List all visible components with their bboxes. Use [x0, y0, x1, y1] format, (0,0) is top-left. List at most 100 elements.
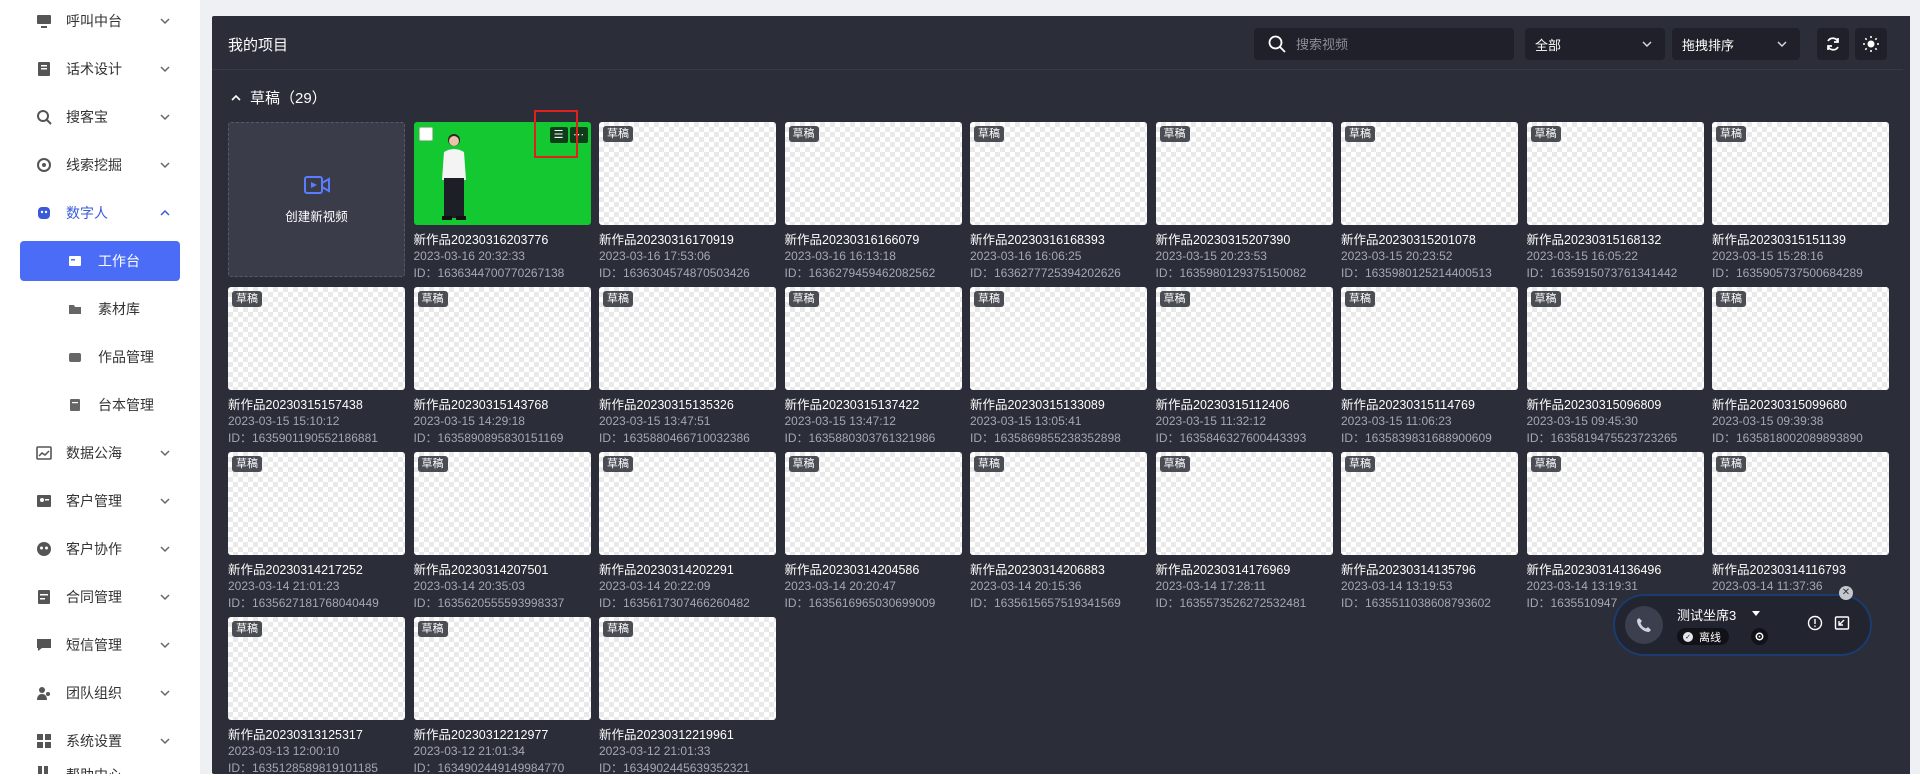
video-thumbnail[interactable]: 草稿	[599, 452, 776, 555]
video-card[interactable]: 草稿 新作品20230314207501 2023-03-14 20:35:03 ID…	[413, 452, 591, 612]
video-thumbnail[interactable]: 草稿	[1341, 452, 1518, 555]
video-card[interactable]: 草稿 新作品20230315137422 2023-03-15 13:47:12 ID…	[784, 287, 962, 447]
video-thumbnail[interactable]: 草稿	[784, 122, 962, 225]
video-card[interactable]: 草稿 新作品20230316170919 2023-03-16 17:53:06 ID…	[599, 122, 776, 282]
video-card[interactable]: 草稿 新作品20230313125317 2023-03-13 12:00:10 ID…	[228, 617, 405, 774]
scrollbar[interactable]	[1903, 16, 1910, 774]
video-thumbnail[interactable]: 草稿	[599, 287, 776, 390]
video-thumbnail[interactable]: 草稿	[1526, 287, 1704, 390]
video-thumbnail[interactable]: 草稿	[1712, 452, 1889, 555]
sidebar-subitem-scripts[interactable]: 台本管理	[0, 381, 200, 429]
video-card[interactable]: 草稿 新作品20230314204586 2023-03-14 20:20:47 ID…	[784, 452, 962, 612]
video-card[interactable]: 草稿 新作品20230315168132 2023-03-15 16:05:22 ID…	[1526, 122, 1704, 282]
select-checkbox[interactable]	[418, 127, 433, 141]
card-title: 新作品20230315114769	[1341, 398, 1475, 412]
sidebar-item-digital-human[interactable]: 数字人	[0, 189, 200, 237]
video-card[interactable]: 草稿 新作品20230315143768 2023-03-15 14:29:18 ID…	[413, 287, 591, 447]
sidebar-subitem-works[interactable]: 作品管理	[0, 333, 200, 381]
video-thumbnail[interactable]: 草稿	[1341, 287, 1518, 390]
sidebar-item-customer-mgmt[interactable]: 客户管理	[0, 477, 200, 525]
search-input[interactable]	[1296, 36, 1496, 52]
video-thumbnail[interactable]: 草稿	[1155, 287, 1333, 390]
video-thumbnail[interactable]: 草稿	[1712, 122, 1889, 225]
video-card[interactable]: 草稿 新作品20230312219961 2023-03-12 21:01:33 ID…	[599, 617, 776, 774]
video-thumbnail[interactable]: 草稿	[599, 617, 776, 720]
video-thumbnail[interactable]: 草稿	[413, 287, 591, 390]
sidebar-item-system-settings[interactable]: 系统设置	[0, 717, 200, 765]
video-thumbnail[interactable]: ☰ ⋯	[413, 110, 591, 225]
video-card[interactable]: 草稿 新作品20230315135326 2023-03-15 13:47:51 ID…	[599, 287, 776, 447]
video-card[interactable]: 草稿 新作品20230314135796 2023-03-14 13:19:53 ID…	[1341, 452, 1518, 612]
theme-toggle-button[interactable]	[1855, 28, 1887, 60]
video-card[interactable]: 草稿 新作品20230312212977 2023-03-12 21:01:34 ID…	[413, 617, 591, 774]
video-card[interactable]: 草稿 新作品20230315112406 2023-03-15 11:32:12 ID…	[1155, 287, 1333, 447]
sidebar-item-help-center[interactable]: 帮助中心	[0, 765, 200, 774]
video-thumbnail[interactable]: 草稿	[970, 122, 1147, 225]
video-thumbnail[interactable]: 草稿	[413, 452, 591, 555]
video-card[interactable]: 草稿 新作品20230315096809 2023-03-15 09:45:30 ID…	[1526, 287, 1704, 447]
call-widget-close-button[interactable]: ✕	[1839, 586, 1853, 600]
sidebar-item-contract-mgmt[interactable]: 合同管理	[0, 573, 200, 621]
video-thumbnail[interactable]: 草稿	[413, 617, 591, 720]
video-thumbnail[interactable]: 草稿	[1155, 122, 1333, 225]
call-widget[interactable]: 测试坐席3 ✓ 离线	[1615, 596, 1870, 654]
sidebar-item-customer-search[interactable]: 搜客宝	[0, 93, 200, 141]
sidebar-item-lead-mining[interactable]: 线索挖掘	[0, 141, 200, 189]
sidebar-subitem-workbench[interactable]: 工作台	[20, 241, 180, 281]
sidebar-item-data-sea[interactable]: 数据公海	[0, 429, 200, 477]
card-title: 新作品20230314217252	[228, 563, 363, 577]
video-thumbnail[interactable]: 草稿	[1155, 452, 1333, 555]
video-thumbnail[interactable]: 草稿	[1341, 122, 1518, 225]
sidebar-item-label: 短信管理	[66, 637, 122, 653]
search-box[interactable]	[1254, 28, 1514, 60]
video-card[interactable]: 草稿 新作品20230315099680 2023-03-15 09:39:38 ID…	[1712, 287, 1889, 447]
sidebar-subitem-materials[interactable]: 素材库	[0, 285, 200, 333]
drafts-section-toggle[interactable]: 草稿（29）	[230, 87, 327, 108]
video-thumbnail[interactable]: 草稿	[1712, 287, 1889, 390]
video-thumbnail[interactable]: 草稿	[1526, 452, 1704, 555]
video-thumbnail[interactable]: 草稿	[970, 452, 1147, 555]
sidebar-item-team-org[interactable]: 团队组织	[0, 669, 200, 717]
draft-badge: 草稿	[417, 456, 448, 472]
video-thumbnail[interactable]: 草稿	[970, 287, 1147, 390]
video-card[interactable]: 草稿 新作品20230314176969 2023-03-14 17:28:11 ID…	[1155, 452, 1333, 612]
video-card[interactable]: 草稿 新作品20230315157438 2023-03-15 15:10:12 ID…	[228, 287, 405, 447]
video-thumbnail[interactable]: 草稿	[228, 452, 405, 555]
video-card[interactable]: 草稿新作品202303141167932023-03-14 11:37:36ID…	[1712, 452, 1889, 612]
video-card[interactable]: 草稿 新作品20230315133089 2023-03-15 13:05:41 ID…	[970, 287, 1147, 447]
create-video-card[interactable]: 创建新视频	[228, 122, 405, 277]
video-thumbnail[interactable]: 草稿	[228, 617, 405, 720]
sort-select[interactable]: 拖拽排序	[1672, 28, 1800, 60]
card-id: ID：1636277725394202626	[970, 266, 1121, 280]
card-id: ID：1635818002089893890	[1712, 431, 1863, 445]
sidebar-item-call-center[interactable]: 呼叫中台	[0, 0, 200, 45]
status-settings-button[interactable]	[1751, 628, 1768, 645]
video-card[interactable]: 草稿 新作品20230315114769 2023-03-15 11:06:23 ID…	[1341, 287, 1518, 447]
refresh-button[interactable]	[1817, 28, 1849, 60]
video-card[interactable]: 草稿 新作品20230316168393 2023-03-16 16:06:25 ID…	[970, 122, 1147, 282]
video-card[interactable]: 草稿 新作品20230315201078 2023-03-15 20:23:52 ID…	[1341, 122, 1518, 282]
video-card[interactable]: 草稿 新作品20230316166079 2023-03-16 16:13:18 ID…	[784, 122, 962, 282]
draft-badge: 草稿	[788, 126, 819, 142]
status-badge[interactable]: ✓ 离线	[1677, 628, 1729, 645]
video-card[interactable]: 草稿 新作品20230315151139 2023-03-15 15:28:16 ID…	[1712, 122, 1889, 282]
sidebar-item-sms-mgmt[interactable]: 短信管理	[0, 621, 200, 669]
video-thumbnail[interactable]: 草稿	[784, 287, 962, 390]
filter-select[interactable]: 全部	[1525, 28, 1665, 60]
sidebar-item-script-design[interactable]: 话术设计	[0, 45, 200, 93]
video-thumbnail[interactable]: 草稿	[1526, 122, 1704, 225]
video-card[interactable]: 草稿 新作品20230314217252 2023-03-14 21:01:23 ID…	[228, 452, 405, 612]
minimize-window-icon[interactable]	[1834, 615, 1850, 631]
video-thumbnail[interactable]: 草稿	[228, 287, 405, 390]
info-icon[interactable]	[1807, 615, 1823, 631]
video-thumbnail[interactable]: 草稿	[599, 122, 776, 225]
sidebar-item-customer-collab[interactable]: 客户协作	[0, 525, 200, 573]
caret-down-icon[interactable]	[1751, 608, 1761, 618]
video-card[interactable]: 草稿 新作品20230314206883 2023-03-14 20:15:36 ID…	[970, 452, 1147, 612]
video-card[interactable]: 草稿 新作品20230314202291 2023-03-14 20:22:09 ID…	[599, 452, 776, 612]
phone-button[interactable]	[1625, 606, 1663, 644]
video-card[interactable]: 草稿 新作品20230315207390 2023-03-15 20:23:53 ID…	[1155, 122, 1333, 282]
video-thumbnail[interactable]: 草稿	[784, 452, 962, 555]
video-card[interactable]: 草稿 新作品20230314136496 2023-03-14 13:19:31 ID…	[1526, 452, 1704, 612]
video-card[interactable]: ☰ ⋯ 新作品20230316203776 2023-03-16 20:32:33 ID…	[413, 110, 591, 282]
